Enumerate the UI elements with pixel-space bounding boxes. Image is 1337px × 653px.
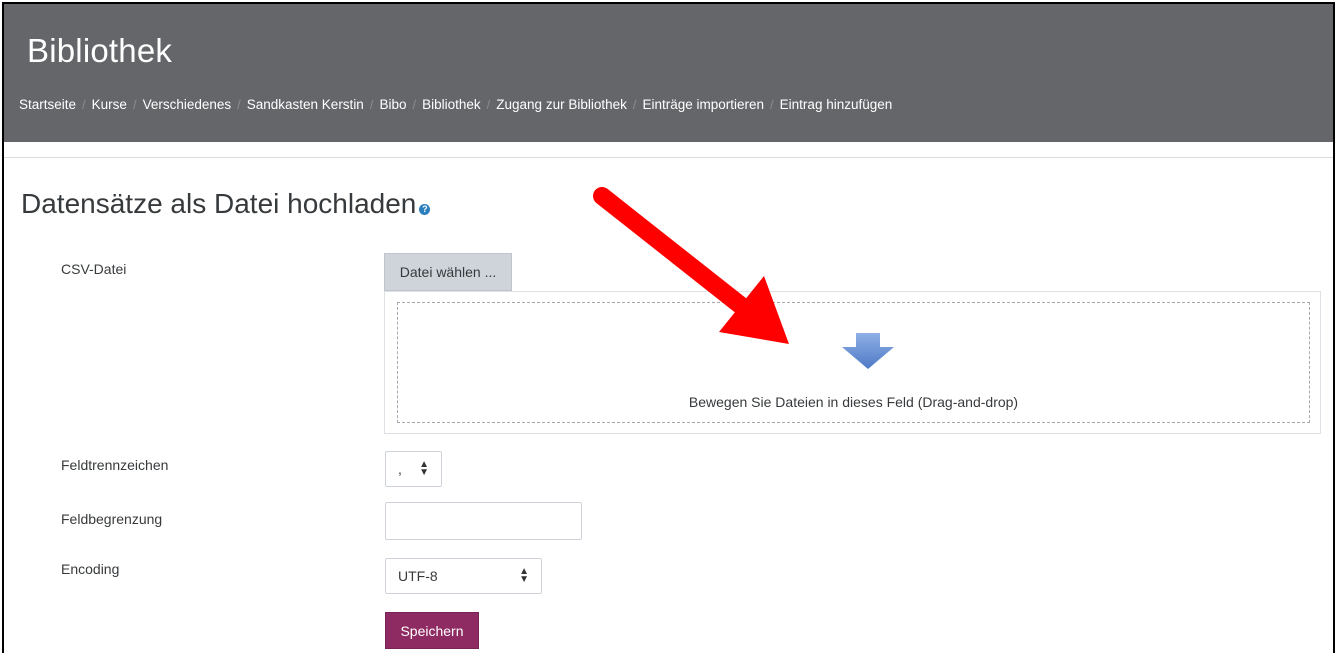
breadcrumb-zugang[interactable]: Zugang zur Bibliothek — [496, 97, 627, 112]
encoding-label: Encoding — [61, 561, 120, 577]
sort-arrows-icon: ▲ ▼ — [519, 566, 529, 585]
choose-file-button[interactable]: Datei wählen ... — [384, 253, 512, 291]
breadcrumb-separator: / — [237, 97, 241, 112]
delimiter-value: , — [398, 461, 402, 477]
arrow-down-icon — [842, 333, 894, 369]
red-arrow-annotation — [593, 187, 789, 344]
breadcrumb-separator: / — [369, 97, 374, 112]
breadcrumb-verschiedenes[interactable]: Verschiedenes — [143, 97, 232, 112]
enclosure-label: Feldbegrenzung — [61, 511, 163, 527]
breadcrumb-eintrag-hinzufuegen[interactable]: Eintrag hinzufügen — [780, 97, 893, 112]
breadcrumb-eintraege-importieren[interactable]: Einträge importieren — [642, 97, 764, 112]
breadcrumb-separator: / — [486, 97, 491, 112]
enclosure-input[interactable] — [385, 502, 582, 540]
file-dropzone[interactable]: Bewegen Sie Dateien in dieses Feld (Drag… — [397, 302, 1310, 423]
breadcrumb-separator: / — [412, 97, 417, 112]
breadcrumb-separator: / — [82, 97, 86, 112]
encoding-select[interactable]: UTF-8 ▲ ▼ — [385, 558, 542, 594]
dropzone-text: Bewegen Sie Dateien in dieses Feld (Drag… — [688, 394, 1019, 410]
delimiter-select[interactable]: , ▲ ▼ — [385, 451, 442, 487]
breadcrumb-startseite[interactable]: Startseite — [19, 97, 76, 112]
breadcrumb-separator: / — [770, 97, 774, 112]
site-header: Bibliothek Startseite / Kurse / Verschie… — [4, 4, 1333, 142]
breadcrumb-bibo[interactable]: Bibo — [379, 97, 406, 112]
breadcrumb-separator: / — [632, 97, 637, 112]
page-title-text: Datensätze als Datei hochladen — [21, 188, 417, 219]
sort-arrows-icon: ▲ ▼ — [419, 459, 429, 478]
page-frame: Bibliothek Startseite / Kurse / Verschie… — [2, 2, 1335, 653]
breadcrumb-bibliothek[interactable]: Bibliothek — [422, 97, 481, 112]
breadcrumb-kurse[interactable]: Kurse — [92, 97, 127, 112]
breadcrumb-sandkasten-kerstin[interactable]: Sandkasten Kerstin — [247, 97, 364, 112]
save-button[interactable]: Speichern — [385, 612, 479, 649]
encoding-value: UTF-8 — [398, 568, 438, 584]
breadcrumb-separator: / — [132, 97, 137, 112]
site-title[interactable]: Bibliothek — [27, 32, 172, 70]
csv-file-label: CSV-Datei — [61, 261, 127, 277]
header-divider — [4, 157, 1333, 158]
help-icon[interactable]: ? — [419, 203, 431, 215]
page-title: Datensätze als Datei hochladen ? — [21, 188, 431, 220]
delimiter-label: Feldtrennzeichen — [61, 457, 169, 473]
file-dropzone-container: Bewegen Sie Dateien in dieses Feld (Drag… — [384, 291, 1321, 434]
breadcrumb: Startseite / Kurse / Verschiedenes / San… — [19, 97, 892, 112]
